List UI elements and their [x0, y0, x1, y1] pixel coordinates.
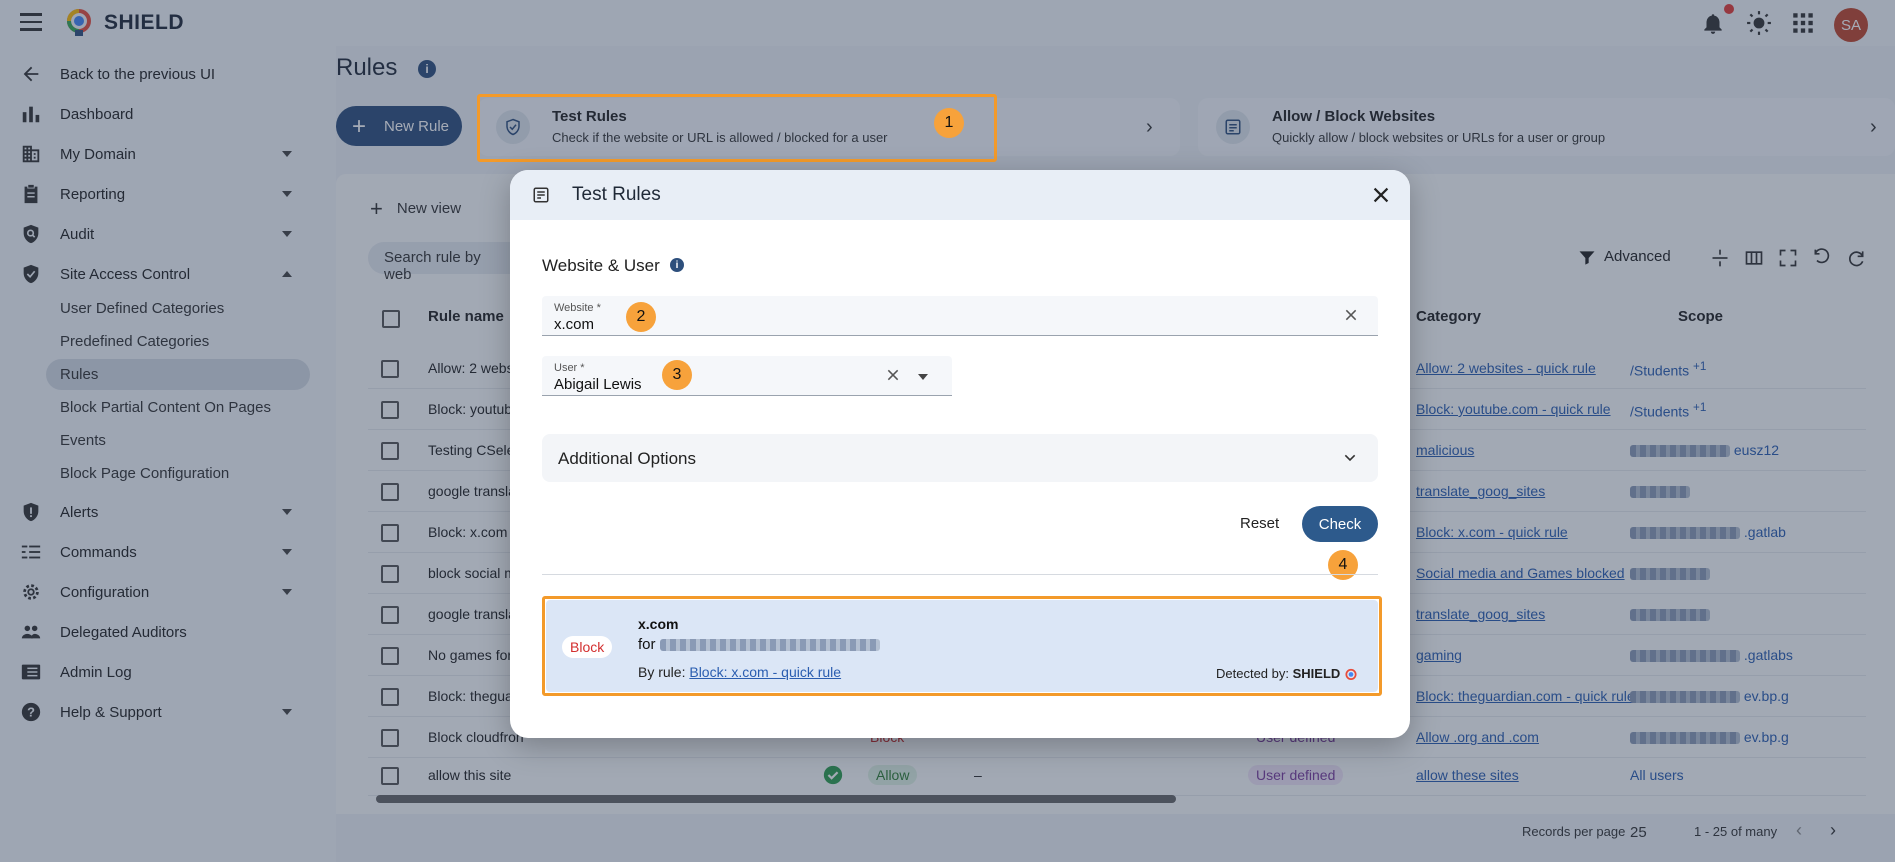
additional-options-accordion[interactable]: Additional Options	[542, 434, 1378, 482]
step-badge-1: 1	[934, 108, 964, 138]
highlight-result	[542, 596, 1382, 696]
rules-list-icon	[533, 187, 549, 203]
dialog-title: Test Rules	[572, 184, 661, 205]
close-icon[interactable]	[1370, 184, 1392, 206]
step-badge-3: 3	[662, 360, 692, 390]
highlight-test-rules	[477, 94, 997, 162]
info-icon[interactable]: i	[670, 258, 684, 272]
user-input[interactable]: Abigail Lewis	[554, 376, 642, 393]
test-rules-dialog: Test Rules Website & User i Website * x.…	[510, 170, 1410, 738]
step-badge-2: 2	[626, 302, 656, 332]
step-badge-4: 4	[1328, 550, 1358, 580]
check-button[interactable]: Check	[1302, 506, 1378, 542]
clear-website-icon[interactable]	[1344, 308, 1358, 322]
reset-button[interactable]: Reset	[1240, 515, 1279, 532]
section-title: Website & User	[542, 256, 660, 275]
user-field-label: User *	[554, 362, 585, 374]
dialog-header: Test Rules	[510, 170, 1410, 220]
dropdown-arrow-icon[interactable]	[918, 374, 928, 380]
website-field[interactable]: Website * x.com	[542, 296, 1378, 336]
additional-options-label: Additional Options	[558, 449, 696, 468]
chevron-down-icon	[1344, 454, 1356, 462]
website-input[interactable]: x.com	[554, 316, 594, 333]
divider	[542, 574, 1378, 575]
clear-user-icon[interactable]	[886, 368, 900, 382]
user-field[interactable]: User * Abigail Lewis	[542, 356, 952, 396]
website-field-label: Website *	[554, 302, 601, 314]
